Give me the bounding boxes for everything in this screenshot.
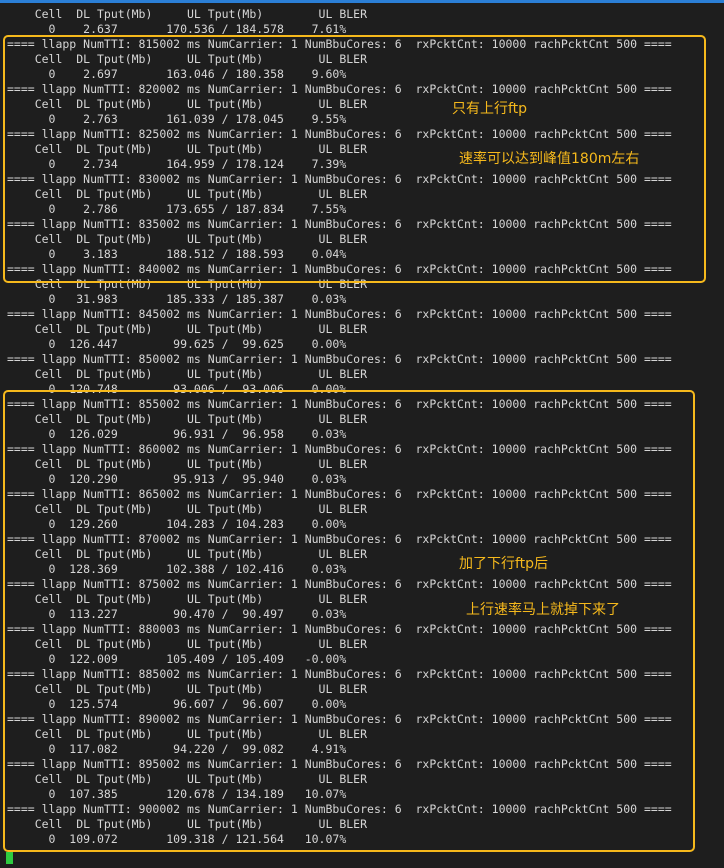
- terminal-line: ==== llapp NumTTI: 825002 ms NumCarrier:…: [7, 127, 672, 141]
- terminal-line: 0 117.082 94.220 / 99.082 4.91%: [7, 742, 347, 756]
- annotation-peak-rate: 速率可以达到峰值180m左右: [459, 151, 640, 167]
- terminal-line: ==== llapp NumTTI: 875002 ms NumCarrier:…: [7, 577, 672, 591]
- terminal-line: 0 126.447 99.625 / 99.625 0.00%: [7, 337, 347, 351]
- terminal-line: 0 109.072 109.318 / 121.564 10.07%: [7, 832, 347, 846]
- terminal-line: 0 129.260 104.283 / 104.283 0.00%: [7, 517, 347, 531]
- terminal-line: 0 2.637 170.536 / 184.578 7.61%: [7, 22, 347, 36]
- terminal-line: Cell DL Tput(Mb) UL Tput(Mb) UL BLER: [7, 232, 368, 246]
- terminal-line: ==== llapp NumTTI: 890002 ms NumCarrier:…: [7, 712, 672, 726]
- terminal-line: 0 31.983 185.333 / 185.387 0.03%: [7, 292, 347, 306]
- terminal-line: ==== llapp NumTTI: 820002 ms NumCarrier:…: [7, 82, 672, 96]
- terminal-line: Cell DL Tput(Mb) UL Tput(Mb) UL BLER: [7, 322, 368, 336]
- terminal-line: Cell DL Tput(Mb) UL Tput(Mb) UL BLER: [7, 502, 368, 516]
- annotation-upload-only: 只有上行ftp: [452, 101, 528, 117]
- terminal-line: 0 125.574 96.607 / 96.607 0.00%: [7, 697, 347, 711]
- terminal-line: ==== llapp NumTTI: 860002 ms NumCarrier:…: [7, 442, 672, 456]
- terminal-line: Cell DL Tput(Mb) UL Tput(Mb) UL BLER: [7, 367, 368, 381]
- terminal-line: Cell DL Tput(Mb) UL Tput(Mb) UL BLER: [7, 457, 368, 471]
- terminal-line: Cell DL Tput(Mb) UL Tput(Mb) UL BLER: [7, 682, 368, 696]
- terminal-line: 0 2.697 163.046 / 180.358 9.60%: [7, 67, 347, 81]
- terminal-line: Cell DL Tput(Mb) UL Tput(Mb) UL BLER: [7, 547, 368, 561]
- terminal-line: Cell DL Tput(Mb) UL Tput(Mb) UL BLER: [7, 637, 368, 651]
- terminal-line: 0 2.763 161.039 / 178.045 9.55%: [7, 112, 347, 126]
- terminal-line: ==== llapp NumTTI: 835002 ms NumCarrier:…: [7, 217, 672, 231]
- terminal-line: Cell DL Tput(Mb) UL Tput(Mb) UL BLER: [7, 772, 368, 786]
- terminal-line: 0 126.029 96.931 / 96.958 0.03%: [7, 427, 347, 441]
- terminal-line: Cell DL Tput(Mb) UL Tput(Mb) UL BLER: [7, 412, 368, 426]
- terminal-line: Cell DL Tput(Mb) UL Tput(Mb) UL BLER: [7, 187, 368, 201]
- terminal-line: ==== llapp NumTTI: 880003 ms NumCarrier:…: [7, 622, 672, 636]
- terminal-line: ==== llapp NumTTI: 840002 ms NumCarrier:…: [7, 262, 672, 276]
- terminal-line: ==== llapp NumTTI: 885002 ms NumCarrier:…: [7, 667, 672, 681]
- annotation-added-download: 加了下行ftp后: [459, 556, 549, 572]
- terminal-output[interactable]: Cell DL Tput(Mb) UL Tput(Mb) UL BLER 0 2…: [0, 7, 724, 847]
- terminal-line: 0 107.385 120.678 / 134.189 10.07%: [7, 787, 347, 801]
- terminal-line: 0 2.786 173.655 / 187.834 7.55%: [7, 202, 347, 216]
- terminal-line: 0 128.369 102.388 / 102.416 0.03%: [7, 562, 347, 576]
- terminal-line: 0 120.748 93.006 / 93.006 0.00%: [7, 382, 347, 396]
- terminal-line: ==== llapp NumTTI: 815002 ms NumCarrier:…: [7, 37, 672, 51]
- terminal-line: Cell DL Tput(Mb) UL Tput(Mb) UL BLER: [7, 817, 368, 831]
- terminal-line: Cell DL Tput(Mb) UL Tput(Mb) UL BLER: [7, 52, 368, 66]
- terminal-line: ==== llapp NumTTI: 895002 ms NumCarrier:…: [7, 757, 672, 771]
- terminal-line: Cell DL Tput(Mb) UL Tput(Mb) UL BLER: [7, 277, 368, 291]
- terminal-line: 0 122.009 105.409 / 105.409 -0.00%: [7, 652, 347, 666]
- terminal-line: 0 3.183 188.512 / 188.593 0.04%: [7, 247, 347, 261]
- terminal-line: ==== llapp NumTTI: 900002 ms NumCarrier:…: [7, 802, 672, 816]
- terminal-line: Cell DL Tput(Mb) UL Tput(Mb) UL BLER: [7, 7, 368, 21]
- terminal-cursor: [6, 852, 13, 864]
- annotation-upload-dropped: 上行速率马上就掉下来了: [466, 602, 620, 618]
- terminal-line: Cell DL Tput(Mb) UL Tput(Mb) UL BLER: [7, 727, 368, 741]
- terminal-line: ==== llapp NumTTI: 865002 ms NumCarrier:…: [7, 487, 672, 501]
- terminal-line: ==== llapp NumTTI: 850002 ms NumCarrier:…: [7, 352, 672, 366]
- terminal-line: ==== llapp NumTTI: 855002 ms NumCarrier:…: [7, 397, 672, 411]
- terminal-line: 0 120.290 95.913 / 95.940 0.03%: [7, 472, 347, 486]
- terminal-line: ==== llapp NumTTI: 870002 ms NumCarrier:…: [7, 532, 672, 546]
- terminal-line: Cell DL Tput(Mb) UL Tput(Mb) UL BLER: [7, 97, 368, 111]
- terminal-line: ==== llapp NumTTI: 845002 ms NumCarrier:…: [7, 307, 672, 321]
- window-top-border: [0, 0, 724, 3]
- terminal-line: ==== llapp NumTTI: 830002 ms NumCarrier:…: [7, 172, 672, 186]
